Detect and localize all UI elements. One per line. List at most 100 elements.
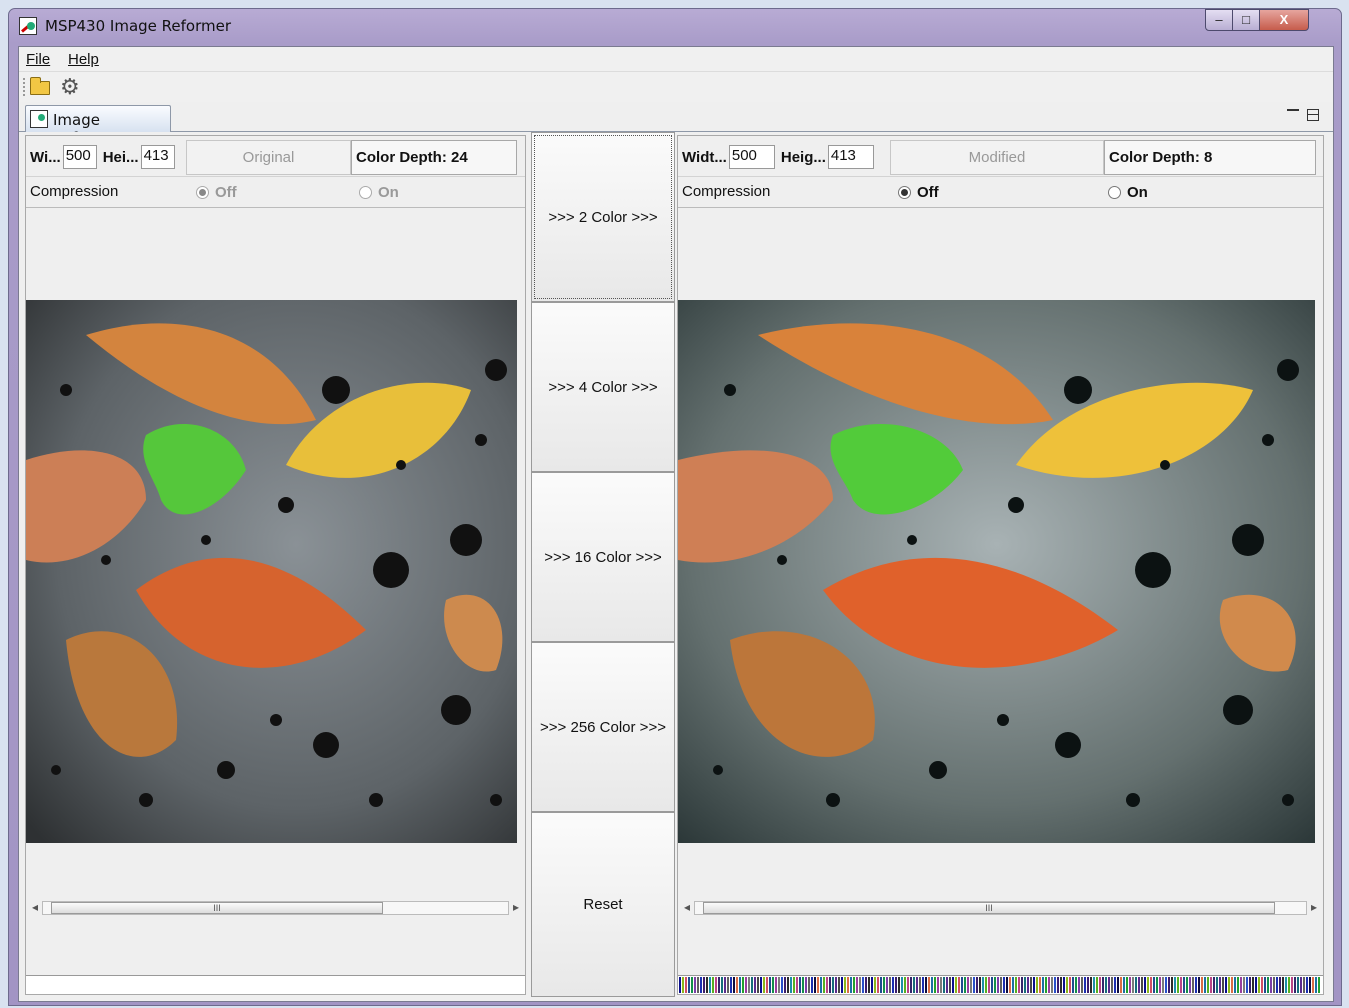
maximize-button[interactable]: □	[1232, 9, 1260, 31]
tab-image-reformer[interactable]: Image Reformer	[25, 105, 171, 147]
palette-swatch	[1135, 977, 1137, 993]
palette-swatch	[754, 977, 756, 993]
modified-horizontal-scrollbar[interactable]: ◂ III ▸	[678, 899, 1323, 915]
original-compression-on[interactable]: On	[359, 184, 399, 201]
palette-swatch	[976, 977, 978, 993]
palette-swatch	[727, 977, 729, 993]
title-bar[interactable]: MSP430 Image Reformer ‒ □ X	[9, 9, 1341, 43]
radio-empty-icon	[1108, 186, 1121, 199]
reset-button[interactable]: Reset	[531, 812, 675, 997]
image-reformer-icon	[30, 110, 48, 128]
original-compression-off[interactable]: Off	[196, 184, 237, 201]
palette-swatch	[940, 977, 942, 993]
palette-swatch	[937, 977, 939, 993]
scroll-right-icon[interactable]: ▸	[509, 899, 523, 915]
original-width-label: Wi...	[30, 148, 61, 166]
scroll-thumb[interactable]: III	[51, 902, 383, 914]
palette-swatch	[1222, 977, 1224, 993]
palette-strip	[678, 975, 1323, 994]
palette-swatch	[1216, 977, 1218, 993]
original-image-viewport: ◂ III ▸	[26, 210, 525, 935]
palette-swatch	[688, 977, 690, 993]
palette-swatch	[1117, 977, 1119, 993]
modified-off-label: Off	[917, 184, 939, 201]
palette-swatch	[1024, 977, 1026, 993]
palette-swatch	[1150, 977, 1152, 993]
scroll-track[interactable]: III	[42, 901, 509, 915]
palette-swatch	[1297, 977, 1299, 993]
palette-swatch	[694, 977, 696, 993]
palette-swatch	[1255, 977, 1257, 993]
palette-swatch	[703, 977, 705, 993]
palette-swatch	[739, 977, 741, 993]
palette-swatch	[1300, 977, 1302, 993]
original-compression-row: Compression Off On	[26, 176, 525, 208]
original-on-label: On	[378, 184, 399, 201]
two-fifty-six-color-button[interactable]: >>> 256 Color >>>	[531, 642, 675, 812]
modified-compression-row: Compression Off On	[678, 176, 1323, 208]
original-horizontal-scrollbar[interactable]: ◂ III ▸	[26, 899, 525, 915]
palette-swatch	[775, 977, 777, 993]
palette-swatch	[1201, 977, 1203, 993]
modified-height-field[interactable]: 413	[827, 145, 874, 169]
palette-swatch	[1063, 977, 1065, 993]
palette-swatch	[967, 977, 969, 993]
scroll-left-icon[interactable]: ◂	[680, 899, 694, 915]
palette-swatch	[1279, 977, 1281, 993]
gear-icon[interactable]: ⚙	[60, 76, 80, 98]
scroll-right-icon[interactable]: ▸	[1307, 899, 1321, 915]
palette-swatch	[1204, 977, 1206, 993]
four-color-button[interactable]: >>> 4 Color >>>	[531, 302, 675, 472]
scroll-thumb[interactable]: III	[703, 902, 1275, 914]
palette-swatch	[1141, 977, 1143, 993]
palette-swatch	[1174, 977, 1176, 993]
close-button[interactable]: X	[1259, 9, 1309, 31]
tab-minimize-icon[interactable]	[1287, 109, 1299, 113]
palette-swatch	[1294, 977, 1296, 993]
palette-swatch	[1054, 977, 1056, 993]
scroll-track[interactable]: III	[694, 901, 1307, 915]
palette-swatch	[1198, 977, 1200, 993]
original-height-label: Hei...	[102, 148, 139, 166]
menu-help[interactable]: Help	[68, 51, 99, 68]
modified-compression-off[interactable]: Off	[898, 184, 939, 201]
sixteen-color-button[interactable]: >>> 16 Color >>>	[531, 472, 675, 642]
palette-swatch	[1075, 977, 1077, 993]
palette-swatch	[1015, 977, 1017, 993]
original-color-depth: Color Depth: 24	[351, 140, 517, 175]
modified-compression-on[interactable]: On	[1108, 184, 1148, 201]
palette-swatch	[1087, 977, 1089, 993]
menu-file[interactable]: File	[26, 51, 50, 68]
palette-swatch	[700, 977, 702, 993]
palette-swatch	[865, 977, 867, 993]
app-icon	[19, 17, 37, 35]
palette-swatch	[1153, 977, 1155, 993]
modified-width-field[interactable]: 500	[728, 145, 775, 169]
palette-swatch	[922, 977, 924, 993]
palette-swatch	[910, 977, 912, 993]
menu-help-label: Help	[68, 51, 99, 68]
palette-swatch	[931, 977, 933, 993]
two-color-button[interactable]: >>> 2 Color >>>	[531, 132, 675, 302]
palette-swatch	[988, 977, 990, 993]
work-area: Wi... 500 Hei... 413 Original Color Dept…	[19, 132, 1333, 1001]
palette-swatch	[1138, 977, 1140, 993]
palette-swatch	[1129, 977, 1131, 993]
scroll-left-icon[interactable]: ◂	[28, 899, 42, 915]
original-panel: Wi... 500 Hei... 413 Original Color Dept…	[25, 135, 526, 995]
palette-swatch	[1144, 977, 1146, 993]
original-width-field[interactable]: 500	[62, 145, 97, 169]
palette-swatch	[1309, 977, 1311, 993]
palette-swatch	[835, 977, 837, 993]
palette-swatch	[1315, 977, 1317, 993]
palette-swatch	[736, 977, 738, 993]
original-height-field[interactable]: 413	[140, 145, 175, 169]
palette-swatch	[1306, 977, 1308, 993]
minimize-button[interactable]: ‒	[1205, 9, 1233, 31]
tab-maximize-icon[interactable]	[1307, 109, 1319, 121]
client-area: File Help ⚙ Image Reformer Wi... 500 Hei…	[18, 46, 1334, 1002]
toolbar-grip[interactable]	[23, 78, 27, 96]
folder-open-icon[interactable]	[30, 77, 50, 95]
palette-swatch	[1039, 977, 1041, 993]
palette-swatch	[763, 977, 765, 993]
